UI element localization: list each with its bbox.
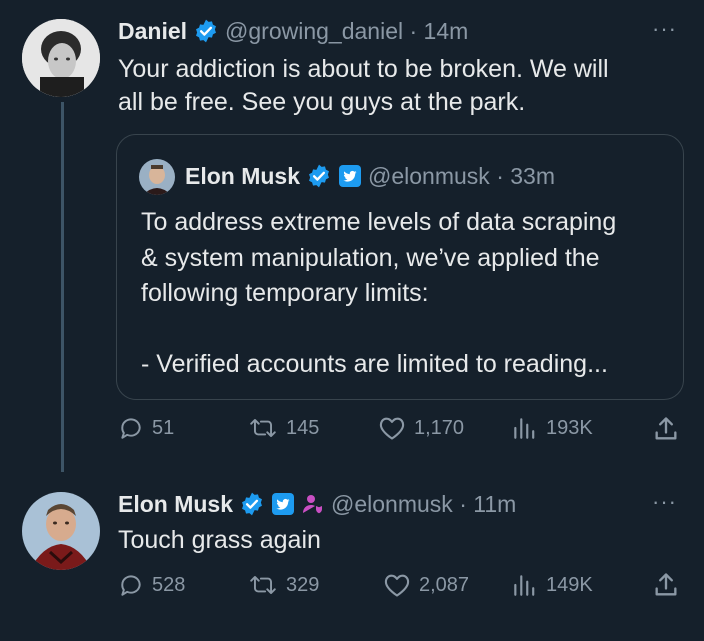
reply-button[interactable]: 51 (118, 415, 174, 441)
share-button[interactable] (652, 571, 680, 599)
avatar-daniel[interactable] (22, 19, 100, 97)
quoted-text-line (141, 312, 671, 348)
author-name[interactable]: Daniel (118, 18, 187, 45)
avatar-elon[interactable] (22, 492, 100, 570)
twitter-affiliate-icon (339, 165, 362, 187)
tweet1-header: Daniel @growing_daniel · 14m (118, 14, 468, 48)
views-icon (514, 418, 535, 439)
quoted-text-line: To address extreme levels of data scrapi… (141, 208, 617, 236)
retweet-icon (250, 576, 276, 594)
quoted-text-line: following temporary limits: (141, 279, 429, 307)
share-icon (655, 417, 677, 440)
quoted-author-name: Elon Musk (185, 162, 301, 189)
reply-count: 51 (152, 416, 175, 439)
reply-icon (121, 575, 141, 596)
staff-badge-icon (303, 495, 323, 514)
quoted-handle-timestamp: @elonmusk · 33m (368, 162, 555, 189)
avatar-image (22, 492, 100, 570)
author-name[interactable]: Elon Musk (118, 491, 233, 518)
reply-icon (121, 418, 141, 439)
like-button[interactable]: 1,170 (378, 415, 464, 441)
retweet-button[interactable]: 145 (248, 415, 319, 441)
like-button[interactable]: 2,087 (383, 572, 469, 598)
verified-badge-icon (309, 164, 329, 188)
share-button[interactable] (652, 415, 680, 443)
views-count: 193K (546, 416, 593, 439)
quoted-text-line: & system manipulation, we’ve applied the (141, 243, 600, 272)
avatar-image (139, 159, 175, 195)
handle-timestamp[interactable]: @elonmusk · 11m (331, 491, 516, 518)
handle-timestamp[interactable]: @growing_daniel · 14m (225, 18, 468, 45)
views-button[interactable]: 193K (510, 415, 593, 441)
like-count: 2,087 (419, 573, 470, 596)
reply-button[interactable]: 528 (118, 572, 185, 598)
quoted-avatar (139, 159, 175, 195)
reply-count: 528 (152, 573, 186, 596)
like-count: 1,170 (414, 416, 465, 439)
more-options-icon[interactable]: ··· (652, 16, 677, 42)
quoted-text: To address extreme levels of data scrapi… (141, 205, 671, 383)
heart-icon (384, 574, 410, 597)
tweet1-text: Your addiction is about to be broken. We… (118, 53, 609, 119)
tweet2-text: Touch grass again (118, 526, 321, 554)
twitter-affiliate-icon (272, 493, 295, 515)
tweet-text-line: Your addiction is about to be broken. We… (118, 55, 609, 83)
tweet-text-line: all be free. See you guys at the park. (118, 88, 526, 116)
quoted-text-line: - Verified accounts are limited to readi… (141, 350, 608, 378)
heart-icon (379, 417, 405, 440)
retweet-button[interactable]: 329 (248, 572, 319, 598)
share-icon (655, 573, 677, 596)
avatar-image (22, 19, 100, 97)
views-icon (514, 575, 535, 596)
verified-badge-icon (242, 492, 262, 516)
retweet-icon (250, 419, 276, 438)
retweet-count: 329 (286, 573, 320, 596)
quoted-header: Elon Musk @elonmusk · 33m (185, 159, 555, 193)
tweet2-header: Elon Musk @elonmusk · 11m (118, 487, 516, 521)
views-count: 149K (546, 573, 593, 596)
retweet-count: 145 (286, 416, 320, 439)
verified-badge-icon (196, 19, 216, 43)
quoted-tweet[interactable]: Elon Musk @elonmusk · 33m To address ext… (116, 134, 684, 400)
views-button[interactable]: 149K (510, 572, 593, 598)
more-options-icon[interactable]: ··· (652, 489, 677, 515)
thread-connector (61, 102, 64, 472)
